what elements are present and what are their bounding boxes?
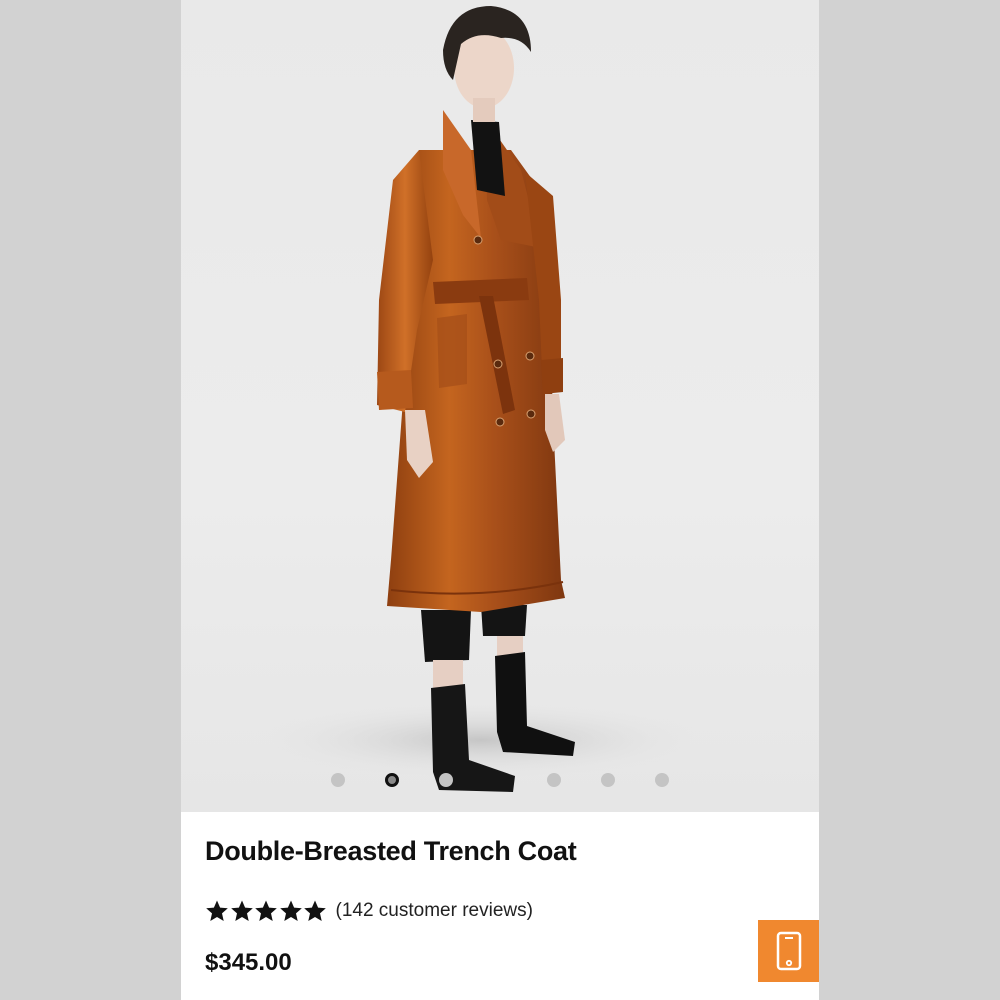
mobile-phone-icon — [776, 931, 801, 971]
product-title: Double-Breasted Trench Coat — [205, 836, 577, 866]
mobile-app-button[interactable] — [758, 920, 819, 982]
carousel-dot-active[interactable] — [385, 773, 399, 787]
carousel-pagination — [181, 773, 819, 789]
carousel-dot[interactable] — [655, 773, 669, 787]
star-icon — [206, 900, 228, 921]
carousel-dot[interactable] — [331, 773, 345, 787]
product-rating[interactable]: (142 customer reviews) — [205, 898, 533, 924]
product-info: Double-Breasted Trench Coat (142 custome… — [181, 812, 819, 1000]
product-price: $345.00 — [205, 949, 292, 976]
star-icon — [255, 900, 277, 921]
star-icon — [304, 900, 326, 921]
product-photo — [251, 6, 711, 792]
star-icon — [279, 900, 302, 921]
reviews-link[interactable]: (142 customer reviews) — [336, 900, 533, 922]
carousel-dot[interactable] — [547, 773, 561, 787]
product-image-carousel[interactable] — [181, 0, 819, 812]
carousel-dot[interactable] — [601, 773, 615, 787]
star-rating — [205, 899, 328, 923]
carousel-dot[interactable] — [439, 773, 453, 787]
product-page: Double-Breasted Trench Coat (142 custome… — [181, 0, 819, 1000]
star-icon — [230, 900, 253, 921]
